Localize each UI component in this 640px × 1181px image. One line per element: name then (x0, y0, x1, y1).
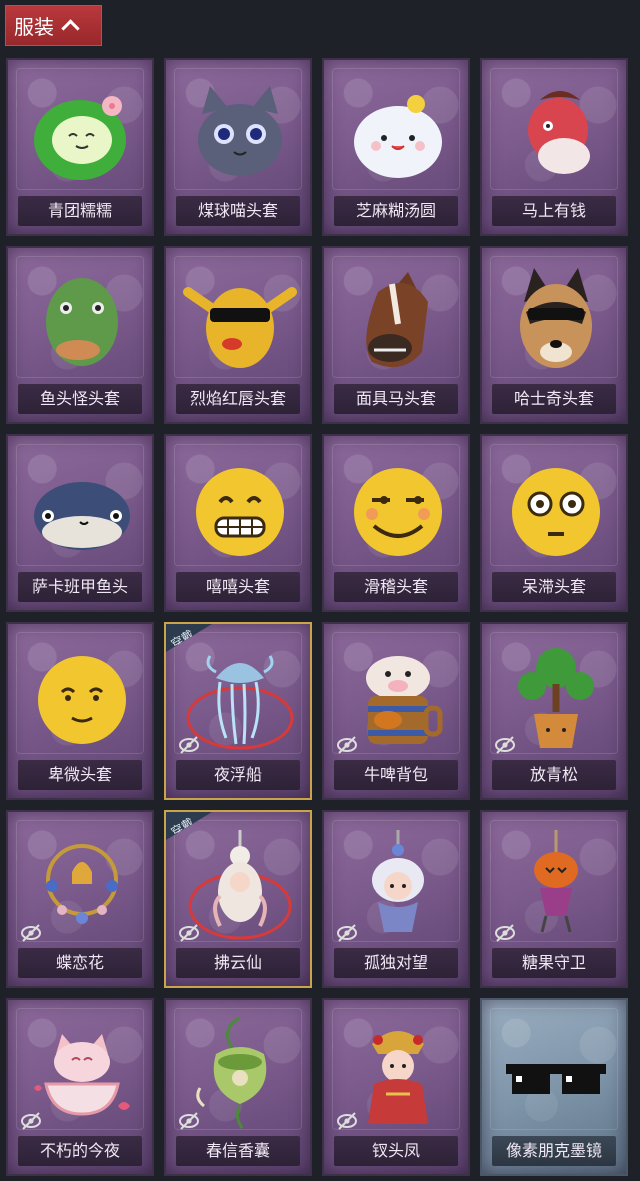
eye-hidden-icon[interactable] (336, 922, 358, 944)
eye-hidden-icon[interactable] (494, 922, 516, 944)
emoji-stare-icon (496, 450, 616, 566)
outfit-card[interactable]: 哈士奇头套 (480, 246, 628, 424)
outfit-name: 像素朋克墨镜 (492, 1136, 616, 1166)
outfit-card[interactable]: 面具马头套 (322, 246, 470, 424)
outfit-name: 糖果守卫 (492, 948, 616, 978)
section-title: 服装 (14, 15, 54, 39)
horse-mask-icon (338, 262, 458, 378)
outfit-card[interactable]: 不朽的今夜 (6, 998, 154, 1176)
eye-hidden-icon[interactable] (178, 922, 200, 944)
outfit-name: 卑微头套 (18, 760, 142, 790)
outfit-card[interactable]: 像素朋克墨镜 (480, 998, 628, 1176)
outfit-card[interactable]: 放青松 (480, 622, 628, 800)
husky-icon (496, 262, 616, 378)
pixel-glasses-icon (496, 1014, 616, 1130)
outfit-name: 芝麻糊汤圆 (334, 196, 458, 226)
outfit-card[interactable]: 马上有钱 (480, 58, 628, 236)
outfit-card[interactable]: 卑微头套 (6, 622, 154, 800)
fish-head-icon (22, 262, 142, 378)
outfit-name: 哈士奇头套 (492, 384, 616, 414)
outfit-card[interactable]: 嘻嘻头套 (164, 434, 312, 612)
outfit-card[interactable]: 钗头凤 (322, 998, 470, 1176)
outfit-name: 萨卡班甲鱼头 (18, 572, 142, 602)
outfit-card[interactable]: 萨卡班甲鱼头 (6, 434, 154, 612)
eye-hidden-icon[interactable] (178, 734, 200, 756)
emoji-grin-icon (180, 450, 300, 566)
outfit-card[interactable]: 呆滞头套 (480, 434, 628, 612)
cat-icon (180, 74, 300, 190)
emoji-humble-icon (22, 638, 142, 754)
eye-hidden-icon[interactable] (494, 734, 516, 756)
outfit-card[interactable]: 牛啤背包 (322, 622, 470, 800)
sacabambaspis-icon (22, 450, 142, 566)
green-blob-icon (22, 74, 142, 190)
outfit-name: 春信香囊 (176, 1136, 300, 1166)
yellow-mask-icon (180, 262, 300, 378)
outfit-card[interactable]: 蝶恋花 (6, 810, 154, 988)
outfit-card[interactable]: 穿戴 夜浮船 (164, 622, 312, 800)
outfit-name: 嘻嘻头套 (176, 572, 300, 602)
outfit-name: 牛啤背包 (334, 760, 458, 790)
outfit-name: 滑稽头套 (334, 572, 458, 602)
eye-hidden-icon[interactable] (178, 1110, 200, 1132)
outfit-card[interactable]: 青团糯糯 (6, 58, 154, 236)
pink-horse-icon (496, 74, 616, 190)
eye-hidden-icon[interactable] (20, 922, 42, 944)
outfit-name: 鱼头怪头套 (18, 384, 142, 414)
outfit-card[interactable]: 糖果守卫 (480, 810, 628, 988)
white-blob-icon (338, 74, 458, 190)
outfit-name: 不朽的今夜 (18, 1136, 142, 1166)
outfit-name: 孤独对望 (334, 948, 458, 978)
outfit-card[interactable]: 春信香囊 (164, 998, 312, 1176)
eye-hidden-icon[interactable] (336, 734, 358, 756)
outfit-name: 夜浮船 (176, 760, 300, 790)
outfit-name: 煤球喵头套 (176, 196, 300, 226)
outfit-card[interactable]: 烈焰红唇头套 (164, 246, 312, 424)
outfit-name: 烈焰红唇头套 (176, 384, 300, 414)
outfit-name: 钗头凤 (334, 1136, 458, 1166)
outfit-card[interactable]: 孤独对望 (322, 810, 470, 988)
outfit-card[interactable]: 鱼头怪头套 (6, 246, 154, 424)
outfit-card[interactable]: 滑稽头套 (322, 434, 470, 612)
outfit-name: 面具马头套 (334, 384, 458, 414)
outfit-card[interactable]: 穿戴 拂云仙 (164, 810, 312, 988)
outfit-card[interactable]: 煤球喵头套 (164, 58, 312, 236)
emoji-smirk-icon (338, 450, 458, 566)
outfit-name: 马上有钱 (492, 196, 616, 226)
outfit-name: 放青松 (492, 760, 616, 790)
outfit-name: 青团糯糯 (18, 196, 142, 226)
outfit-name: 拂云仙 (176, 948, 300, 978)
outfit-section-toggle[interactable]: 服装 (5, 5, 102, 46)
outfit-name: 蝶恋花 (18, 948, 142, 978)
outfit-grid: 青团糯糯 煤球喵头套 芝麻糊汤圆 马上有钱鱼头怪头套 烈焰红唇头套 面具马头套 哈士奇头套萨… (6, 58, 628, 1176)
chevron-up-icon (61, 19, 80, 38)
outfit-name: 呆滞头套 (492, 572, 616, 602)
eye-hidden-icon[interactable] (20, 1110, 42, 1132)
outfit-card[interactable]: 芝麻糊汤圆 (322, 58, 470, 236)
eye-hidden-icon[interactable] (336, 1110, 358, 1132)
